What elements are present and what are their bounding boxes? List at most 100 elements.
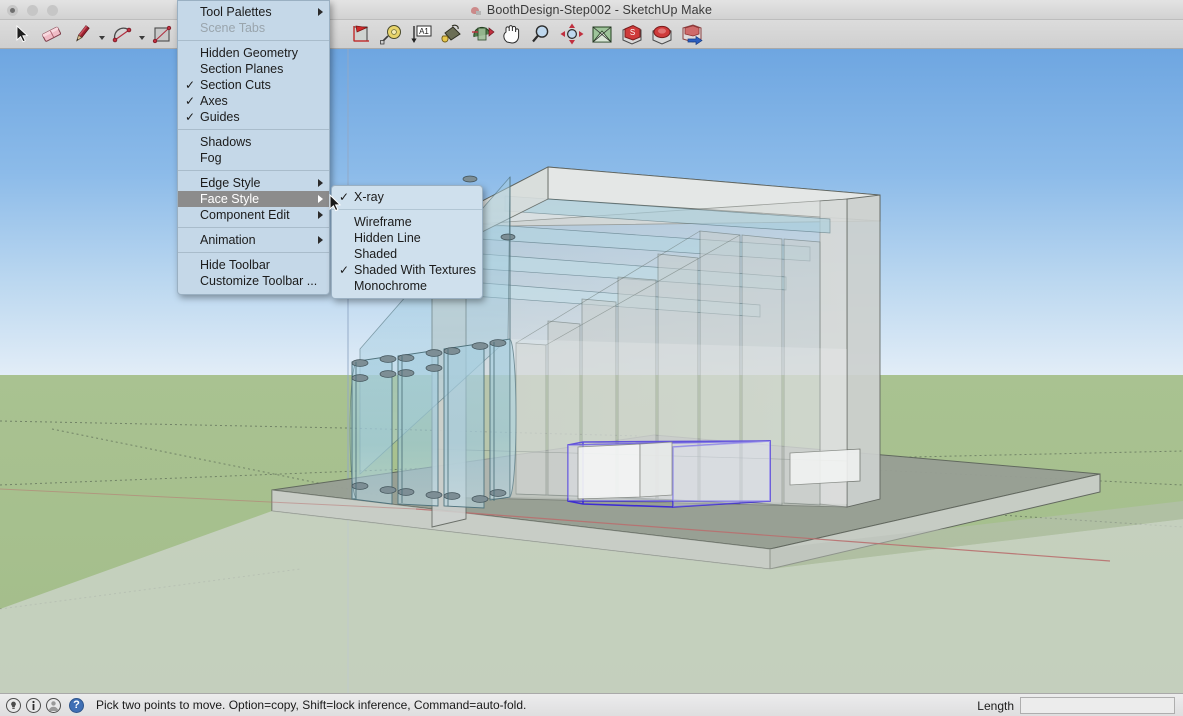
checkmark-icon: ✓ <box>185 94 196 108</box>
view-menu-item-label: Tool Palettes <box>200 5 272 19</box>
face-style-menu-item-label: Hidden Line <box>354 231 421 245</box>
view-menu-item-label: Animation <box>200 233 256 247</box>
face-style-menu-item-shaded[interactable]: Shaded <box>332 246 482 262</box>
zoom-extents-icon <box>560 23 584 45</box>
submenu-arrow-icon <box>318 8 323 16</box>
view-menu-item-fog[interactable]: Fog <box>178 150 329 166</box>
dimension-tool[interactable]: A1 <box>407 20 437 48</box>
face-style-menu-item-label: Wireframe <box>354 215 412 229</box>
face-style-menu-item-label: X-ray <box>354 190 384 204</box>
view-menu-item-animation[interactable]: Animation <box>178 232 329 248</box>
position-camera-tool[interactable] <box>587 20 617 48</box>
view-menu-item-label: Axes <box>200 94 228 108</box>
magnifier-icon <box>532 25 549 43</box>
view-menu-separator <box>178 252 329 253</box>
view-menu-item-label: Section Planes <box>200 62 284 76</box>
export-tool[interactable] <box>677 20 707 48</box>
select-tool[interactable] <box>7 20 37 48</box>
position-camera-icon <box>592 26 612 43</box>
face-style-menu-item-wireframe[interactable]: Wireframe <box>332 214 482 230</box>
tip-lightbulb-icon[interactable] <box>6 697 21 713</box>
rectangle-icon <box>152 25 172 44</box>
warehouse-get-icon: S <box>622 24 642 45</box>
view-menu-item-label: Edge Style <box>200 176 261 190</box>
hand-orbit-icon <box>503 25 520 44</box>
face-style-menu-item-shaded-with-textures[interactable]: ✓ Shaded With Textures <box>332 262 482 278</box>
arrow-cursor-icon <box>16 25 29 43</box>
view-menu-item-label: Face Style <box>200 192 260 206</box>
view-menu-item-guides[interactable]: ✓ Guides <box>178 109 329 125</box>
follow-me-tool[interactable] <box>467 20 497 48</box>
view-menu-item-label: Hidden Geometry <box>200 46 298 60</box>
measurement-box: Length <box>977 697 1175 714</box>
view-menu-item-label: Fog <box>200 151 222 165</box>
view-menu-item-label: Scene Tabs <box>200 21 266 35</box>
view-menu-item-shadows[interactable]: Shadows <box>178 134 329 150</box>
position-axes-tool[interactable] <box>347 20 377 48</box>
face-style-menu-separator <box>332 209 482 210</box>
sketchup-window: BoothDesign-Step002 - SketchUp Make A1 S… <box>0 0 1183 716</box>
view-menu-item-hide-toolbar[interactable]: Hide Toolbar <box>178 257 329 273</box>
3d-warehouse-get-tool[interactable]: S <box>617 20 647 48</box>
submenu-arrow-icon <box>318 195 323 203</box>
account-person-icon[interactable] <box>46 697 61 713</box>
view-menu-item-hidden-geometry[interactable]: Hidden Geometry <box>178 45 329 61</box>
view-menu-item-tool-palettes[interactable]: Tool Palettes <box>178 4 329 20</box>
face-style-menu-item-x-ray[interactable]: ✓ X-ray <box>332 189 482 205</box>
dimension-a1-icon: A1 <box>411 25 432 43</box>
status-message: Pick two points to move. Option=copy, Sh… <box>96 698 527 712</box>
view-menu-item-edge-style[interactable]: Edge Style <box>178 175 329 191</box>
checkmark-icon: ✓ <box>185 78 196 92</box>
view-menu-item-face-style[interactable]: Face Style <box>178 191 329 207</box>
view-menu-item-section-planes[interactable]: Section Planes <box>178 61 329 77</box>
arc-tool[interactable] <box>107 20 137 48</box>
view-menu-item-component-edit[interactable]: Component Edit <box>178 207 329 223</box>
orbit-tool[interactable] <box>497 20 527 48</box>
view-menu-item-section-cuts[interactable]: ✓ Section Cuts <box>178 77 329 93</box>
view-menu-separator <box>178 40 329 41</box>
checkmark-icon: ✓ <box>339 190 350 204</box>
view-menu-item-axes[interactable]: ✓ Axes <box>178 93 329 109</box>
submenu-arrow-icon <box>318 179 323 187</box>
warehouse-share-icon <box>652 25 672 45</box>
view-menu-item-customize-toolbar[interactable]: Customize Toolbar ... <box>178 273 329 289</box>
measurement-input[interactable] <box>1020 697 1175 714</box>
face-style-menu-item-label: Monochrome <box>354 279 427 293</box>
sketchup-document-icon <box>470 5 482 16</box>
face-style-menu-item-monochrome[interactable]: Monochrome <box>332 278 482 294</box>
svg-text:S: S <box>630 28 635 37</box>
tape-measure-tool[interactable] <box>377 20 407 48</box>
pencil-icon <box>76 25 90 42</box>
view-menu-separator <box>178 170 329 171</box>
info-icon[interactable] <box>26 697 41 713</box>
3d-warehouse-share-tool[interactable] <box>647 20 677 48</box>
rectangle-tool[interactable] <box>147 20 177 48</box>
eraser-icon <box>42 26 61 42</box>
view-menu-item-label: Customize Toolbar ... <box>200 274 318 288</box>
paint-bucket-tool[interactable] <box>437 20 467 48</box>
arc-tool-dropdown-caret[interactable] <box>137 20 147 48</box>
paint-bucket-icon <box>441 24 461 43</box>
view-menu-item-label: Hide Toolbar <box>200 258 270 272</box>
view-menu-dropdown[interactable]: Tool Palettes Scene Tabs Hidden Geometry Se… <box>177 0 330 295</box>
view-menu-separator <box>178 129 329 130</box>
view-menu-item-label: Component Edit <box>200 208 290 222</box>
help-icon[interactable]: ? <box>69 697 84 713</box>
view-menu-item-scene-tabs: Scene Tabs <box>178 20 329 36</box>
line-tool[interactable] <box>67 20 97 48</box>
window-title: BoothDesign-Step002 - SketchUp Make <box>486 3 713 17</box>
line-tool-dropdown-caret[interactable] <box>97 20 107 48</box>
submenu-arrow-icon <box>318 236 323 244</box>
checkmark-icon: ✓ <box>185 110 196 124</box>
zoom-tool[interactable] <box>527 20 557 48</box>
submenu-arrow-icon <box>318 211 323 219</box>
tape-measure-icon <box>380 25 401 45</box>
axes-flag-icon <box>353 25 369 42</box>
checkmark-icon: ✓ <box>339 263 350 277</box>
eraser-tool[interactable] <box>37 20 67 48</box>
zoom-extents-tool[interactable] <box>557 20 587 48</box>
face-style-submenu[interactable]: ✓ X-ray Wireframe Hidden Line Shaded ✓ Shaded … <box>331 185 483 299</box>
face-style-menu-item-label: Shaded <box>354 247 398 261</box>
face-style-menu-item-hidden-line[interactable]: Hidden Line <box>332 230 482 246</box>
follow-me-icon <box>472 26 495 41</box>
